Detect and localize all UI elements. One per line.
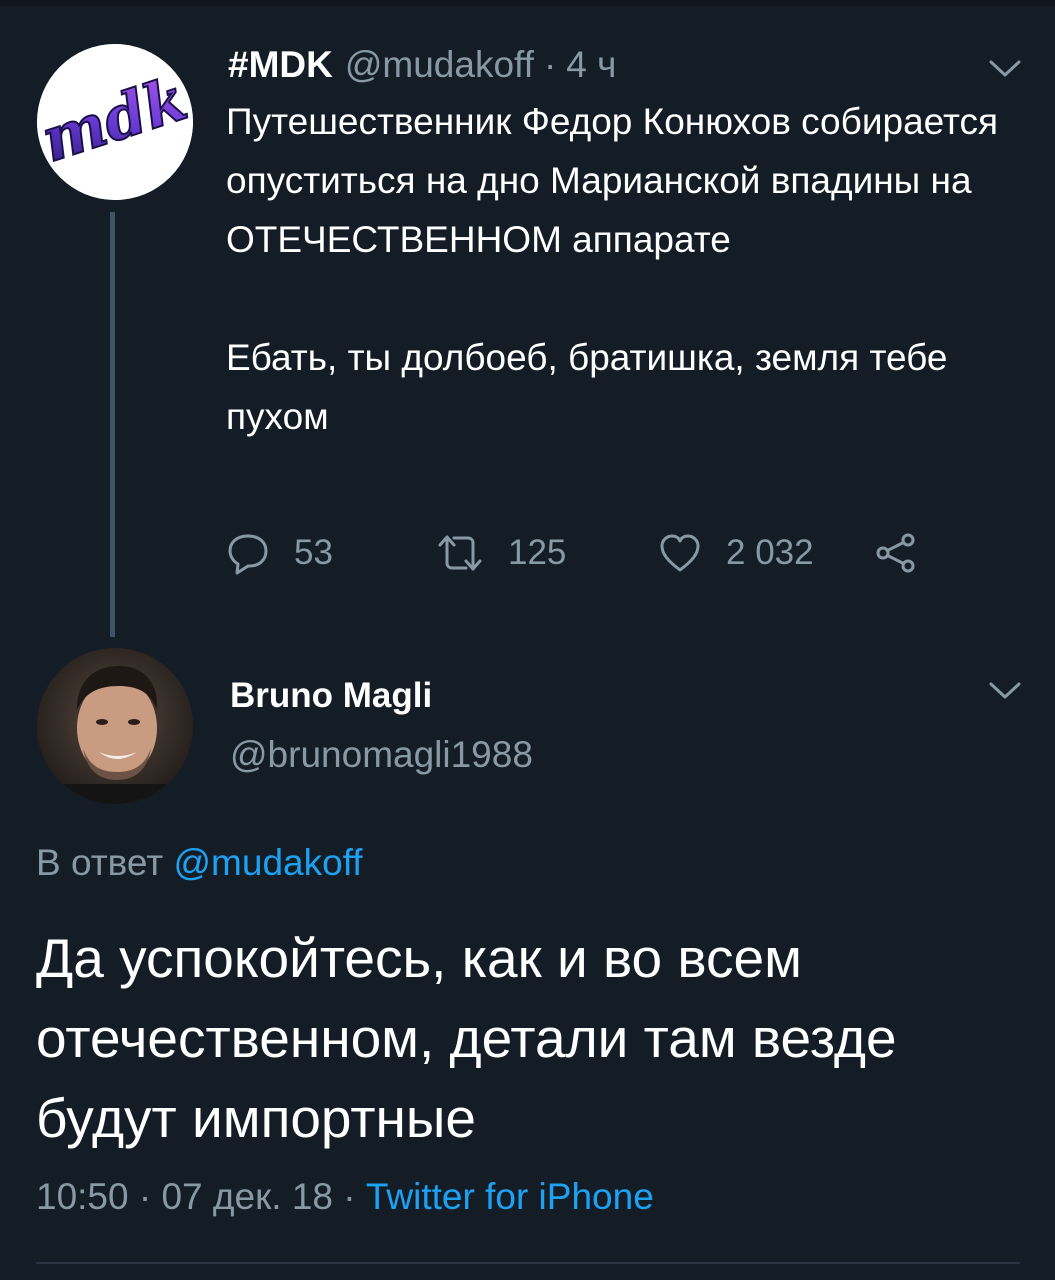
retweet-count: 125 <box>508 533 567 572</box>
like-icon <box>660 534 700 572</box>
tweet-author-handle[interactable]: @mudakoff <box>345 44 534 86</box>
bruno-avatar[interactable] <box>37 648 193 804</box>
tweet-time[interactable]: 4 ч <box>566 44 616 86</box>
reply-count: 53 <box>294 533 333 572</box>
thread-connector <box>110 212 115 637</box>
chevron-down-icon[interactable] <box>988 680 1022 702</box>
like-button[interactable]: 2 032 <box>658 528 814 578</box>
tweet-text-paragraph: Ебать, ты долбоеб, братишка, земля тебе … <box>226 337 948 437</box>
retweet-icon <box>438 535 482 571</box>
reply-source-link[interactable]: Twitter for iPhone <box>366 1176 654 1217</box>
reply-context: В ответ @mudakoff <box>36 842 363 884</box>
retweet-button[interactable]: 125 <box>436 528 566 578</box>
reply-meta: 10:50 · 07 дек. 18 · Twitter for iPhone <box>36 1176 654 1218</box>
reply-icon <box>228 534 268 575</box>
tweet-actions: 53 125 2 032 <box>226 528 926 578</box>
bottom-divider <box>36 1262 1020 1264</box>
tweet-header: #MDK @mudakoff · 4 ч <box>228 40 616 90</box>
tweet-text-paragraph: Путешественник Федор Конюхов собирается … <box>226 101 999 260</box>
reply-to-link[interactable]: @mudakoff <box>174 842 363 883</box>
share-button[interactable] <box>874 528 918 578</box>
profile-photo <box>37 648 193 804</box>
mdk-logo: mdk <box>37 44 193 200</box>
reply-text: Да успокойтесь, как и во всем отечествен… <box>36 927 897 1149</box>
reply-timestamp: 10:50 · 07 дек. 18 · <box>36 1176 356 1217</box>
chevron-down-icon[interactable] <box>988 58 1022 80</box>
tweet-text: Путешественник Федор Конюхов собирается … <box>226 92 1016 446</box>
like-count: 2 032 <box>726 533 814 572</box>
reply-prefix: В ответ <box>36 842 164 883</box>
reply-button[interactable]: 53 <box>226 528 333 578</box>
share-icon <box>876 533 915 573</box>
mdk-avatar[interactable]: mdk <box>37 44 193 200</box>
tweet-author-name[interactable]: #MDK <box>228 44 333 86</box>
reply-author-name[interactable]: Bruno Magli <box>230 676 432 716</box>
header-separator: · <box>543 44 557 85</box>
reply-author-handle[interactable]: @brunomagli1988 <box>230 734 533 776</box>
top-divider <box>0 0 1055 6</box>
